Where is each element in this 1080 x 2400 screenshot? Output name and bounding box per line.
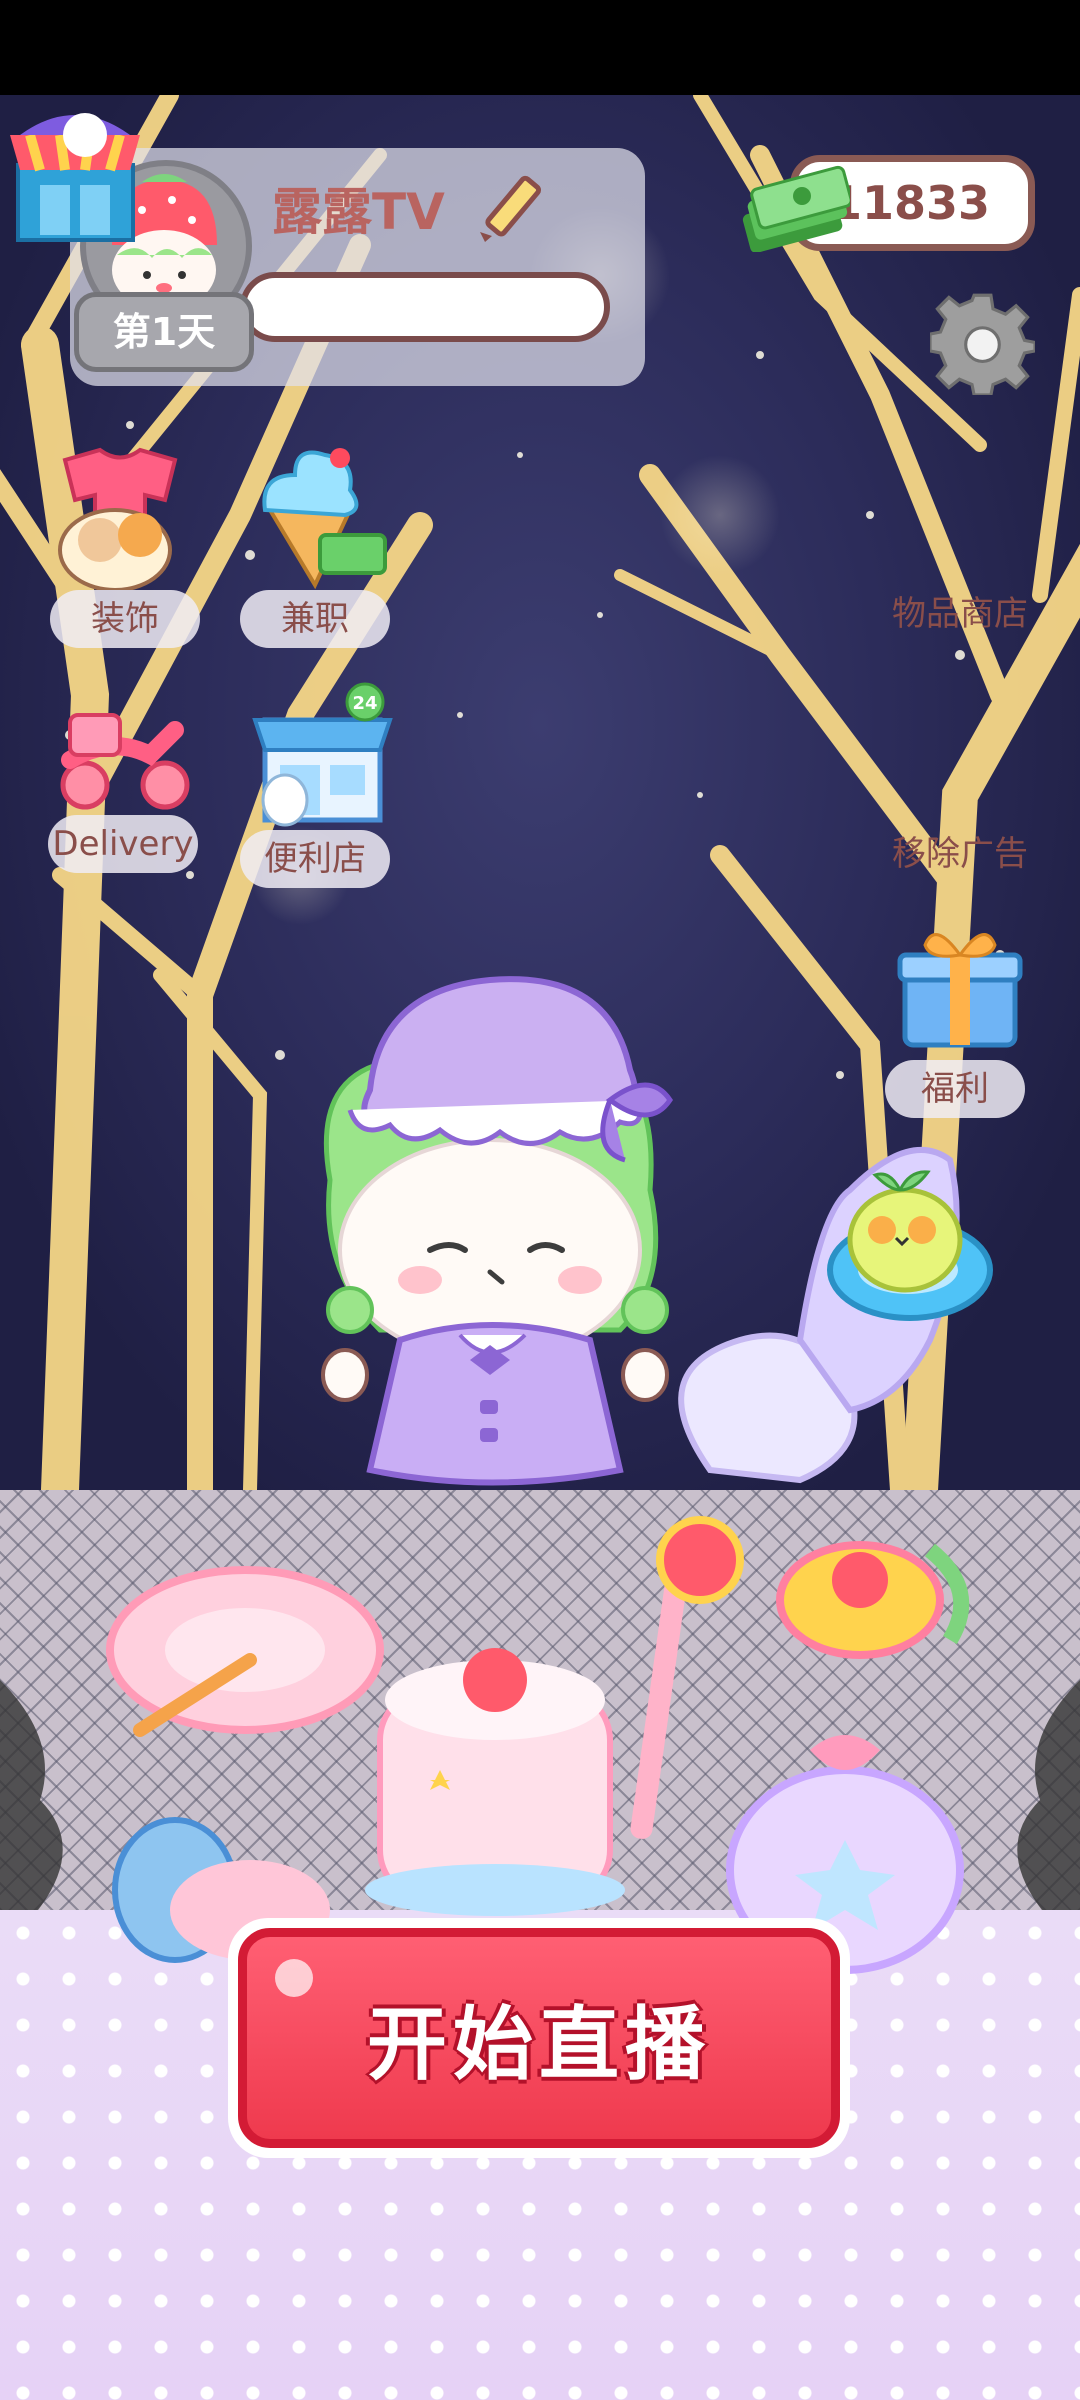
ice-cream-icon <box>262 448 387 590</box>
store-badge-text: 24 <box>352 693 377 714</box>
shop-stall-icon[interactable] <box>10 95 140 245</box>
start-livestream-button-face: 开始直播 <box>238 1928 840 2148</box>
pet-companion[interactable] <box>650 1090 1010 1490</box>
start-livestream-label: 开始直播 <box>367 1998 711 2091</box>
part-time-label: 兼职 <box>240 590 390 648</box>
cash-stack-icon <box>742 165 850 252</box>
clothes-icon <box>58 447 178 590</box>
item-shop-button[interactable]: 物品商店 <box>880 585 1040 643</box>
channel-name: 露露TV <box>272 183 445 241</box>
start-livestream-button[interactable]: 开始直播 <box>228 1918 850 2158</box>
gear-icon[interactable] <box>930 290 1035 395</box>
convenience-store-label: 便利店 <box>240 830 390 888</box>
store-icon: 24 <box>252 682 393 827</box>
convenience-store-button[interactable]: 24 便利店 <box>235 680 405 890</box>
remove-ads-button[interactable]: 移除广告 <box>880 825 1040 883</box>
pencil-icon[interactable] <box>470 170 550 250</box>
decorate-label: 装饰 <box>50 590 200 648</box>
channel-level-progress-bar <box>240 272 610 342</box>
day-counter-badge: 第1天 <box>74 292 254 372</box>
part-time-button[interactable]: 兼职 <box>235 440 405 650</box>
delivery-label: Delivery <box>48 815 198 873</box>
scooter-icon <box>60 713 190 810</box>
decorate-button[interactable]: 装饰 <box>40 440 210 650</box>
status-bar <box>0 0 1080 95</box>
gift-icon <box>897 933 1023 1048</box>
delivery-button[interactable]: Delivery <box>40 690 220 890</box>
